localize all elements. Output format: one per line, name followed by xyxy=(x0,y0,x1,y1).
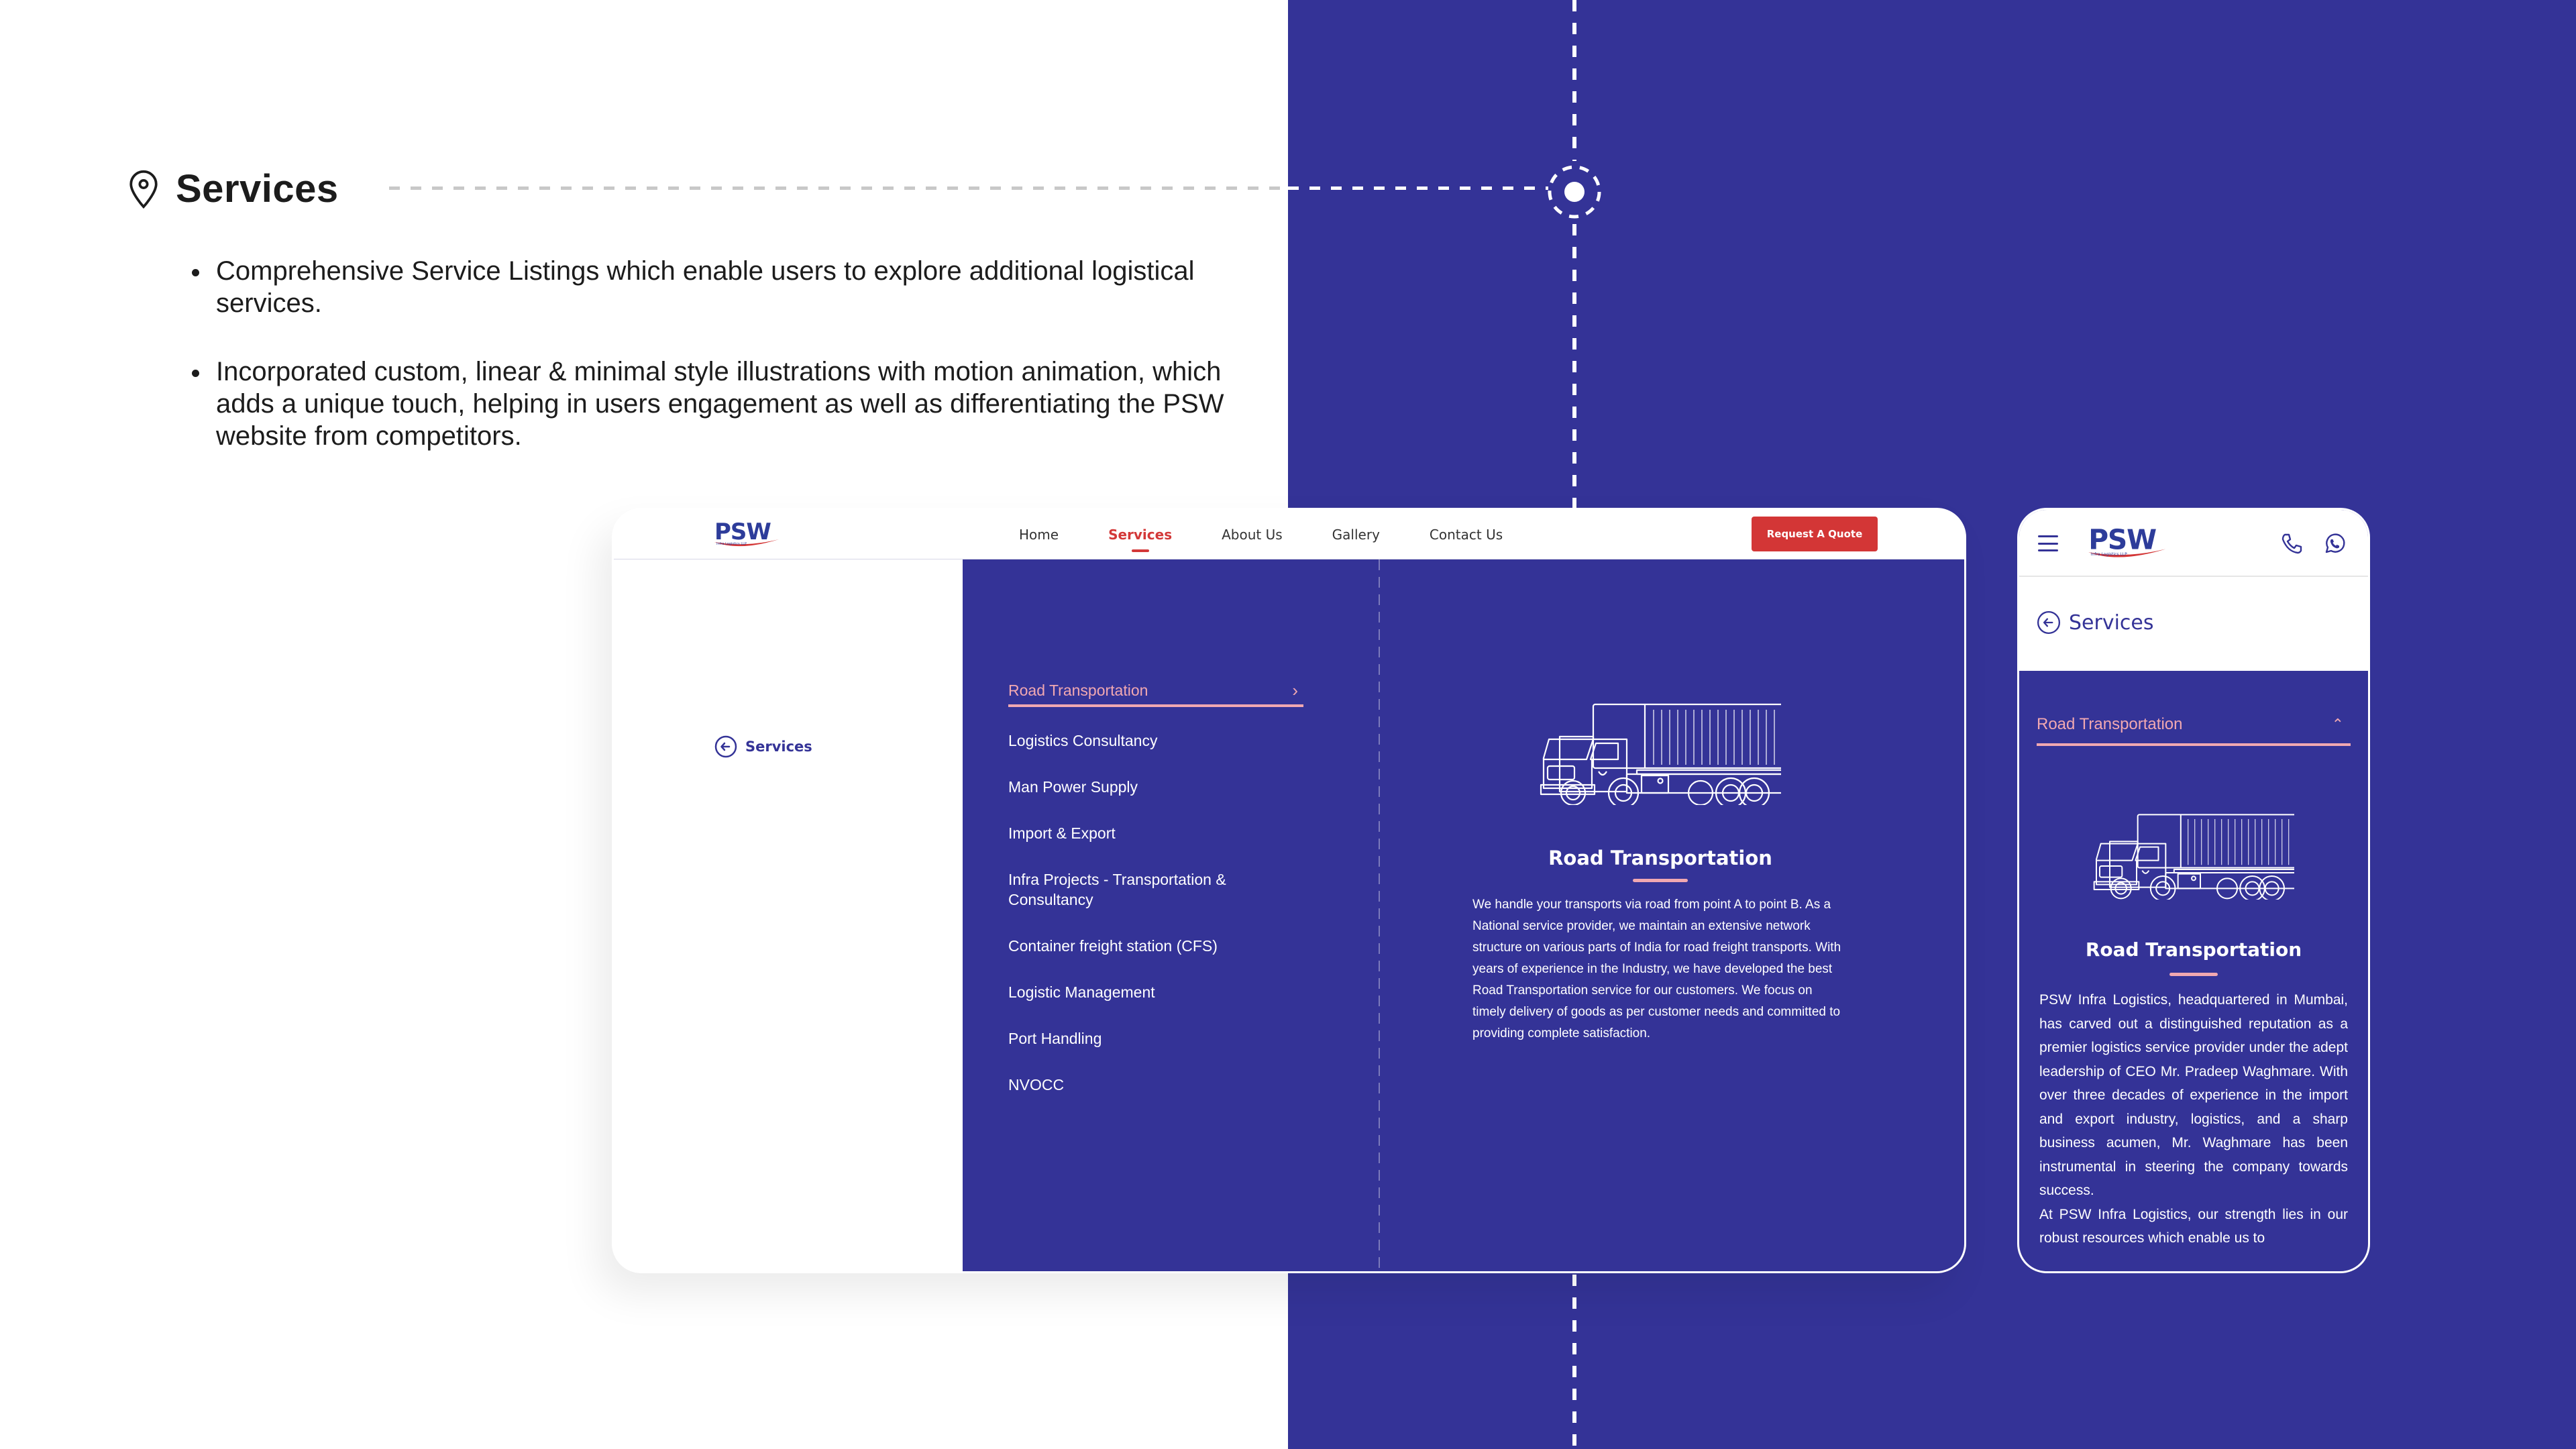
bullet-item: Comprehensive Service Listings which ena… xyxy=(189,255,1276,319)
logo-text: PSW xyxy=(714,519,771,545)
mobile-mockup: PSW Infra Logistics LLP Services Road Tr… xyxy=(2017,508,2370,1273)
phone-icon[interactable] xyxy=(2279,531,2304,555)
service-detail-body: PSW Infra Logistics, headquartered in Mu… xyxy=(2039,992,2348,1198)
service-item-road-transportation[interactable]: Road Transportation › xyxy=(1008,680,1303,707)
panel-divider xyxy=(1379,559,1380,1271)
slide-heading: Services xyxy=(126,166,339,211)
nav-gallery[interactable]: Gallery xyxy=(1332,527,1380,543)
back-arrow-icon xyxy=(714,735,737,758)
accordion-label: Road Transportation xyxy=(2037,715,2183,733)
title-underline xyxy=(1633,879,1688,882)
service-item-man-power-supply[interactable]: Man Power Supply xyxy=(1008,777,1303,797)
service-list: Road Transportation › Logistics Consulta… xyxy=(1008,680,1303,1121)
bullet-item: Incorporated custom, linear & minimal st… xyxy=(189,356,1276,452)
service-item-logistic-management[interactable]: Logistic Management xyxy=(1008,982,1303,1002)
request-quote-button[interactable]: Request A Quote xyxy=(1752,517,1878,551)
nav-about-us[interactable]: About Us xyxy=(1222,527,1283,543)
back-link-label: Services xyxy=(745,739,812,755)
logo-text: PSW xyxy=(2088,523,2156,555)
timeline-line-dashed xyxy=(1572,1275,1576,1449)
chevron-right-icon: › xyxy=(1292,680,1298,700)
feature-bullets: Comprehensive Service Listings which ena… xyxy=(189,255,1276,488)
chevron-up-icon: ⌃ xyxy=(2331,716,2344,733)
timeline-node-icon xyxy=(1548,165,1601,219)
back-to-services-link[interactable]: Services xyxy=(714,735,812,758)
service-detail-body-continued: At PSW Infra Logistics, our strength lie… xyxy=(2039,1206,2348,1246)
desktop-menu: Home Services About Us Gallery Contact U… xyxy=(1019,510,1552,559)
back-to-services-link[interactable]: Services xyxy=(2037,610,2154,635)
service-item-infra-projects[interactable]: Infra Projects - Transportation & Consul… xyxy=(1008,869,1303,910)
nav-services[interactable]: Services xyxy=(1108,527,1172,543)
psw-logo[interactable]: PSW Infra Logistics LLP xyxy=(2085,523,2179,564)
hamburger-menu-icon[interactable] xyxy=(2038,535,2058,551)
service-item-port-handling[interactable]: Port Handling xyxy=(1008,1028,1303,1049)
service-item-label: Road Transportation xyxy=(1008,682,1148,699)
desktop-sidebar: Services xyxy=(614,559,963,1271)
nav-home[interactable]: Home xyxy=(1019,527,1059,543)
logo-subtext: Infra Logistics LLP xyxy=(716,542,747,546)
mobile-navbar: PSW Infra Logistics LLP xyxy=(2019,510,2368,577)
service-detail-title: Road Transportation xyxy=(1548,847,1772,869)
back-arrow-icon xyxy=(2037,610,2061,635)
timeline-line-dashed xyxy=(1572,224,1576,508)
nav-contact-us[interactable]: Contact Us xyxy=(1430,527,1503,543)
psw-logo[interactable]: PSW Infra Logistics LLP xyxy=(713,518,788,551)
logo-subtext: Infra Logistics LLP xyxy=(2091,552,2127,557)
mobile-services-panel: Road Transportation ⌃ Road Transportatio… xyxy=(2019,671,2368,1250)
back-link-label: Services xyxy=(2069,610,2154,635)
service-item-nvocc[interactable]: NVOCC xyxy=(1008,1075,1303,1095)
service-detail-body: We handle your transports via road from … xyxy=(1472,898,1841,1040)
slide-title: Services xyxy=(176,167,339,211)
location-pin-icon xyxy=(129,170,158,209)
accordion-road-transportation[interactable]: Road Transportation ⌃ xyxy=(2037,715,2351,746)
connector-line-dashed xyxy=(389,186,1288,190)
service-detail: Road Transportation PSW Infra Logistics,… xyxy=(2019,802,2368,1250)
service-detail: Road Transportation We handle your trans… xyxy=(1472,691,1848,1044)
service-detail-title: Road Transportation xyxy=(2085,938,2302,961)
title-underline xyxy=(2169,973,2218,976)
service-item-logistics-consultancy[interactable]: Logistics Consultancy xyxy=(1008,731,1303,751)
truck-illustration-icon xyxy=(1540,703,1781,805)
connector-line-dashed xyxy=(1288,186,1548,190)
service-item-cfs[interactable]: Container freight station (CFS) xyxy=(1008,936,1303,956)
timeline-line-dashed xyxy=(1572,0,1576,161)
desktop-mockup: PSW Infra Logistics LLP Home Services Ab… xyxy=(612,508,1966,1273)
whatsapp-icon[interactable] xyxy=(2322,531,2347,555)
truck-illustration-icon xyxy=(2093,814,2294,900)
desktop-services-panel: Road Transportation › Logistics Consulta… xyxy=(963,559,1964,1271)
service-item-import-export[interactable]: Import & Export xyxy=(1008,823,1303,843)
desktop-navbar: PSW Infra Logistics LLP Home Services Ab… xyxy=(614,510,1964,559)
mobile-page-header: Services xyxy=(2019,577,2368,671)
